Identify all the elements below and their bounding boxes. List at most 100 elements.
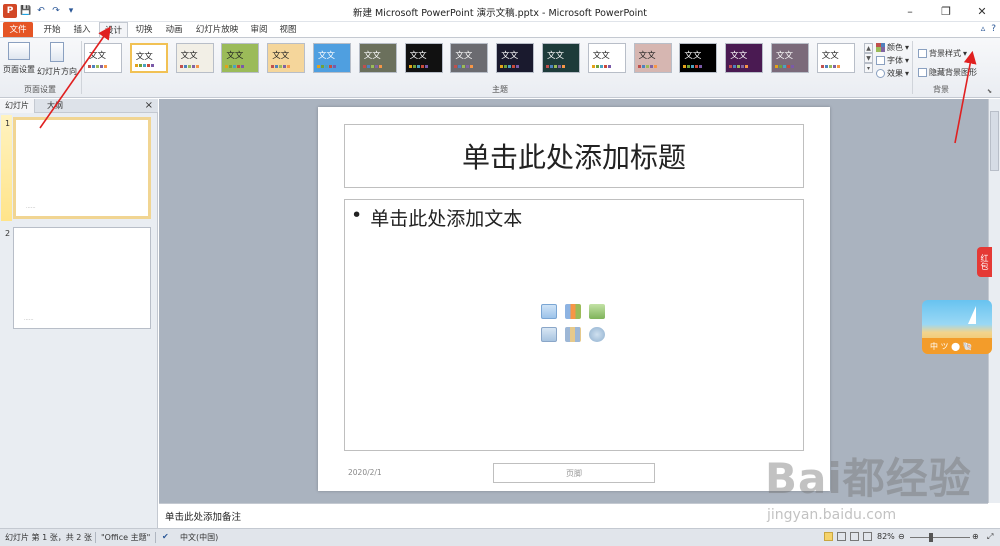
- scrollbar-thumb[interactable]: [990, 111, 999, 171]
- baidu-watermark: Bai都经验 jingyan.baidu.com: [765, 454, 972, 523]
- red-packet-badge[interactable]: 红包: [977, 247, 992, 277]
- slide-orientation-button[interactable]: 幻灯片方向: [37, 42, 77, 77]
- status-bar: 幻灯片 第 1 张，共 2 张 "Office 主题" ✔ 中文(中国) 82%…: [0, 528, 1000, 546]
- theme-fonts-button[interactable]: 字体 ▾: [876, 54, 909, 66]
- theme-thumbnail[interactable]: 文文: [542, 43, 580, 73]
- slide-thumbnail-1[interactable]: ......: [13, 117, 151, 219]
- zoom-slider[interactable]: [910, 537, 970, 538]
- tab-insert[interactable]: 插入: [68, 22, 96, 38]
- status-language[interactable]: 中文(中国): [180, 532, 218, 543]
- tab-animations[interactable]: 动画: [160, 22, 188, 38]
- theme-thumbnail[interactable]: 文文: [358, 43, 397, 73]
- tab-design[interactable]: 设计: [99, 22, 128, 38]
- slide-sorter-icon[interactable]: [837, 532, 846, 541]
- theme-colors-button[interactable]: 颜色 ▾: [876, 41, 909, 53]
- theme-effects-button[interactable]: 效果 ▾: [876, 67, 909, 79]
- fit-to-window-icon[interactable]: ⤢: [987, 532, 993, 542]
- reading-view-icon[interactable]: [850, 532, 859, 541]
- page-setup-button[interactable]: 页面设置: [3, 42, 35, 75]
- insert-table-icon[interactable]: [541, 304, 557, 319]
- theme-thumbnail[interactable]: 文文: [496, 43, 535, 73]
- gallery-up-icon[interactable]: ▲: [864, 43, 873, 53]
- theme-thumbnail[interactable]: 文文: [175, 43, 214, 73]
- insert-clipart-icon[interactable]: [565, 327, 581, 342]
- insert-smartart-icon[interactable]: [589, 304, 605, 319]
- insert-chart-icon[interactable]: [565, 304, 581, 319]
- title-bar: P 💾 ↶ ↷ ▾ 新建 Microsoft PowerPoint 演示文稿.p…: [0, 0, 1000, 22]
- title-placeholder[interactable]: 单击此处添加标题: [344, 124, 804, 188]
- theme-thumbnail[interactable]: 文文: [129, 43, 168, 73]
- tab-home[interactable]: 开始: [38, 22, 66, 38]
- minimize-icon[interactable]: –: [892, 0, 928, 22]
- fonts-icon: [876, 55, 885, 65]
- group-label-page-setup: 页面设置: [24, 85, 56, 94]
- theme-thumbnail[interactable]: 文文: [633, 43, 672, 73]
- ribbon-tabs: 文件 开始 插入 设计 切换 动画 幻灯片放映 审阅 视图 ▵ ?: [0, 22, 1000, 38]
- theme-sample-text: 文文: [180, 51, 198, 61]
- theme-thumbnail[interactable]: 文文: [725, 43, 764, 73]
- ribbon-body: 页面设置 幻灯片方向 页面设置 文文 文文 文文 文文 文文 文文 文文 文文 文文 文文 文文 文文…: [0, 37, 1000, 98]
- theme-sample-text: 文文: [821, 51, 839, 61]
- tab-outline[interactable]: 大纲: [42, 99, 68, 113]
- restore-icon[interactable]: ❐: [928, 0, 964, 22]
- colors-icon: [876, 42, 885, 52]
- insert-media-icon[interactable]: [589, 327, 605, 342]
- tab-slideshow[interactable]: 幻灯片放映: [192, 22, 242, 38]
- zoom-slider-thumb[interactable]: [929, 533, 933, 542]
- status-slide-info: 幻灯片 第 1 张，共 2 张: [5, 533, 92, 542]
- close-panel-icon[interactable]: ×: [145, 99, 153, 113]
- theme-thumbnail[interactable]: 文文: [221, 43, 260, 73]
- help-icon[interactable]: ?: [991, 24, 996, 34]
- theme-thumbnail[interactable]: 文文: [679, 43, 718, 73]
- minimize-ribbon-icon[interactable]: ▵: [981, 24, 986, 34]
- tab-view[interactable]: 视图: [274, 22, 302, 38]
- status-theme-name: "Office 主题": [101, 533, 151, 542]
- footer-placeholder[interactable]: 页脚: [493, 463, 655, 483]
- beach-ad-widget[interactable]: 中 ツ ⬤ 🐚: [922, 300, 992, 354]
- theme-sample-text: 文文: [363, 51, 381, 61]
- gallery-more-icon[interactable]: ▾: [864, 63, 873, 73]
- slides-panel: 幻灯片 大纲 × 1 ...... 2 ......: [0, 99, 158, 528]
- theme-thumbnail[interactable]: 文文: [587, 43, 626, 73]
- theme-sample-text: 文文: [272, 51, 290, 61]
- slide-canvas: 单击此处添加标题 • 单击此处添加文本 2020/2/1 页脚: [318, 107, 830, 491]
- insert-picture-icon[interactable]: [541, 327, 557, 342]
- tab-transitions[interactable]: 切换: [130, 22, 158, 38]
- theme-sample-text: 文文: [547, 51, 565, 61]
- gallery-down-icon[interactable]: ▼: [864, 53, 873, 63]
- tab-review[interactable]: 审阅: [245, 22, 273, 38]
- content-placeholder-text: 单击此处添加文本: [370, 208, 523, 230]
- dialog-launcher-icon[interactable]: ⬊: [987, 88, 992, 95]
- content-placeholder[interactable]: • 单击此处添加文本: [344, 199, 804, 451]
- background-styles-icon: [918, 48, 927, 58]
- effects-icon: [876, 68, 885, 78]
- theme-thumbnail[interactable]: 文文: [267, 43, 306, 73]
- checkbox-icon: [918, 67, 927, 77]
- tab-file[interactable]: 文件: [3, 22, 33, 38]
- slide-number-2: 2: [5, 229, 11, 238]
- theme-thumbnail[interactable]: 文文: [313, 43, 351, 73]
- tab-slides[interactable]: 幻灯片: [0, 99, 35, 113]
- theme-thumbnail[interactable]: 文文: [816, 43, 855, 73]
- theme-thumbnail[interactable]: 文文: [84, 43, 122, 73]
- zoom-in-icon[interactable]: ⊕: [972, 532, 979, 541]
- zoom-level[interactable]: 82%: [877, 532, 895, 541]
- normal-view-icon[interactable]: [824, 532, 833, 541]
- spell-check-icon[interactable]: ✔: [162, 532, 169, 541]
- theme-sample-text: 文文: [684, 51, 702, 61]
- date-placeholder[interactable]: 2020/2/1: [348, 468, 382, 477]
- slide-orientation-icon: [50, 42, 64, 62]
- theme-sample-text: 文文: [455, 51, 473, 61]
- background-styles-button[interactable]: 背景样式 ▾: [918, 47, 967, 59]
- slide-thumbnail-2[interactable]: ......: [13, 227, 151, 329]
- close-icon[interactable]: ✕: [964, 0, 1000, 22]
- slideshow-view-icon[interactable]: [863, 532, 872, 541]
- theme-thumbnail[interactable]: 文文: [404, 43, 443, 73]
- theme-thumbnail[interactable]: 文文: [450, 43, 489, 73]
- theme-thumbnail[interactable]: 文文: [771, 43, 809, 73]
- theme-sample-text: 文文: [730, 51, 748, 61]
- theme-gallery-scroll[interactable]: ▲ ▼ ▾: [864, 43, 873, 73]
- theme-sample-text: 文文: [592, 51, 610, 61]
- hide-background-graphics-checkbox[interactable]: 隐藏背景图形: [918, 66, 977, 78]
- zoom-out-icon[interactable]: ⊖: [898, 532, 905, 541]
